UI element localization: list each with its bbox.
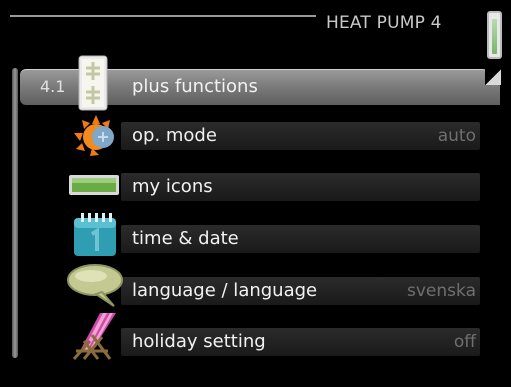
header-divider [10,15,316,17]
menu-label: language / language [132,280,318,301]
menu-item-time-date[interactable]: time & date [26,213,490,256]
menu-label: holiday setting [132,331,266,352]
sun-icon [74,115,114,156]
menu-label: op. mode [132,125,217,146]
calendar-icon [74,213,116,256]
menu-value: auto [437,126,476,146]
menu-label: time & date [132,228,239,249]
menu-item-op-mode[interactable]: op. mode auto [26,115,490,156]
speech-bubble-icon [67,264,123,307]
heat-pump-screen: HEAT PUMP 4 4.1 plus functions op. mode [0,0,511,387]
page-title: HEAT PUMP 4 [326,13,442,33]
menu-item-holiday-setting[interactable]: holiday setting off [26,313,490,360]
menu-item-language[interactable]: language / language svenska [26,264,490,308]
scrollbar[interactable] [12,68,18,358]
menu-value: off [453,332,476,352]
battery-icon [69,175,119,195]
menu-value: svenska [407,281,476,301]
plus-functions-icon [78,55,108,111]
menu-label: my icons [132,176,213,197]
deck-chair-icon [72,313,116,360]
level-indicator-icon [487,11,502,59]
menu-label: plus functions [132,76,258,97]
menu-number: 4.1 [40,77,66,96]
menu-item-my-icons[interactable]: my icons [26,170,490,204]
menu-item-plus-functions[interactable]: 4.1 plus functions [20,55,501,111]
